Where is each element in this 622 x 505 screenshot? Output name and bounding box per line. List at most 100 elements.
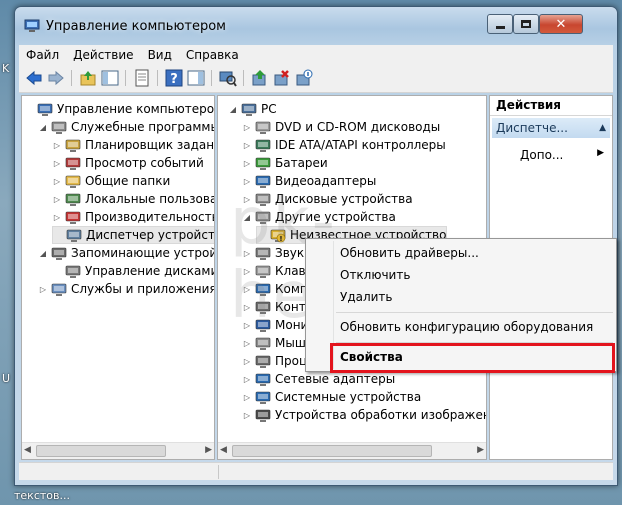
disable-device-icon[interactable] bbox=[295, 69, 313, 87]
services-icon bbox=[51, 282, 67, 297]
properties-toolbar-icon[interactable] bbox=[133, 69, 151, 87]
expand-arrow-icon[interactable]: ▷ bbox=[242, 140, 252, 150]
toolbar-separator bbox=[125, 70, 126, 86]
tree-item-label: Производительность bbox=[85, 210, 215, 224]
collapse-up-icon[interactable]: ▲ bbox=[599, 123, 606, 133]
expand-arrow-icon[interactable]: ▷ bbox=[242, 374, 252, 384]
expand-arrow-icon[interactable]: ▷ bbox=[242, 356, 252, 366]
tree-item-label: Сетевые адаптеры bbox=[275, 372, 396, 386]
tree-item[interactable]: ▷ Мыш bbox=[242, 334, 306, 352]
scroll-right-icon[interactable]: ▶ bbox=[205, 445, 212, 455]
tree-item[interactable]: ▷ Планировщик заданий bbox=[52, 136, 214, 154]
tree-item[interactable]: Управление дисками bbox=[52, 262, 214, 280]
expand-arrow-icon[interactable]: ▷ bbox=[242, 338, 252, 348]
properties-highlight-box bbox=[330, 343, 615, 373]
actions-device-manager-section[interactable]: Диспетче... ▲ bbox=[492, 118, 610, 138]
menu-file[interactable]: Файл bbox=[19, 48, 66, 62]
actions-section-label: Диспетче... bbox=[496, 121, 568, 135]
desktop-letter-k: K bbox=[2, 62, 10, 75]
menu-help[interactable]: Справка bbox=[179, 48, 246, 62]
device-horizontal-scrollbar[interactable]: ◀ ▶ bbox=[218, 442, 486, 459]
menu-bar: Файл Действие Вид Справка bbox=[19, 45, 613, 65]
forward-arrow-icon[interactable] bbox=[47, 69, 65, 87]
close-button[interactable]: ✕ bbox=[539, 14, 583, 34]
shared-folder-icon bbox=[65, 174, 81, 189]
expand-arrow-icon[interactable]: ▷ bbox=[52, 176, 62, 186]
tree-item[interactable]: ◢ Запоминающие устройст bbox=[38, 244, 215, 262]
tree-item-label: Запоминающие устройст bbox=[71, 246, 215, 260]
expand-arrow-icon[interactable]: ▷ bbox=[242, 158, 252, 168]
tree-item-label: Батареи bbox=[275, 156, 328, 170]
expanded-arrow-icon[interactable]: ◢ bbox=[228, 104, 238, 114]
tree-item[interactable]: ▷ Локальные пользовате bbox=[52, 190, 214, 208]
update-driver-icon[interactable] bbox=[251, 69, 269, 87]
expand-arrow-icon[interactable]: ▷ bbox=[52, 158, 62, 168]
maximize-icon bbox=[521, 20, 531, 28]
tree-item[interactable]: Управление компьютером (л bbox=[24, 100, 214, 118]
tree-item[interactable]: ◢ Служебные программы bbox=[38, 118, 215, 136]
mouse-icon bbox=[255, 336, 271, 351]
expand-arrow-icon[interactable]: ▷ bbox=[242, 122, 252, 132]
show-action-pane-icon[interactable] bbox=[187, 69, 205, 87]
tree-item-label: Мыш bbox=[275, 336, 306, 350]
expand-arrow-icon[interactable]: ▷ bbox=[52, 140, 62, 150]
expanded-arrow-icon[interactable]: ◢ bbox=[38, 248, 48, 258]
tree-item[interactable]: ▷ Службы и приложения bbox=[38, 280, 214, 298]
scrollbar-thumb[interactable] bbox=[232, 445, 432, 457]
uninstall-device-icon[interactable] bbox=[273, 69, 291, 87]
scan-hardware-icon[interactable] bbox=[219, 69, 237, 87]
menu-action[interactable]: Действие bbox=[66, 48, 140, 62]
expand-arrow-icon[interactable]: ▷ bbox=[242, 410, 252, 420]
tree-item-label: Служебные программы bbox=[71, 120, 215, 134]
menu-disable[interactable]: Отключить bbox=[340, 265, 410, 285]
actions-header: Действия bbox=[490, 96, 612, 116]
tree-item[interactable]: Диспетчер устройств bbox=[52, 226, 215, 244]
computer-management-icon bbox=[24, 19, 40, 32]
more-actions-item[interactable]: Допо... ▶ bbox=[520, 148, 604, 162]
clock-icon bbox=[65, 138, 81, 153]
horizontal-scrollbar[interactable]: ◀ ▶ bbox=[22, 442, 214, 459]
show-hide-tree-icon[interactable] bbox=[101, 69, 119, 87]
menu-scan-hardware[interactable]: Обновить конфигурацию оборудования bbox=[340, 317, 593, 337]
scroll-left-icon[interactable]: ◀ bbox=[24, 445, 31, 455]
pc-icon bbox=[241, 102, 257, 117]
tree-item-label: Системные устройства bbox=[275, 390, 422, 404]
desktop-icon-label[interactable]: текстов... bbox=[14, 489, 70, 502]
expand-arrow-icon[interactable]: ▷ bbox=[52, 212, 62, 222]
computer-management-icon bbox=[37, 102, 53, 117]
menu-view[interactable]: Вид bbox=[141, 48, 179, 62]
expand-arrow-icon[interactable]: ▷ bbox=[52, 194, 62, 204]
tree-item-label: Общие папки bbox=[85, 174, 171, 188]
svg-text:?: ? bbox=[170, 72, 178, 87]
maximize-button[interactable] bbox=[513, 14, 539, 34]
tree-item[interactable]: ▷ IDE ATA/ATAPI контроллеры bbox=[242, 136, 446, 154]
tree-item[interactable]: ▷ Устройства обработки изображений bbox=[242, 406, 486, 424]
tree-item[interactable]: ▷ Проц bbox=[242, 352, 307, 370]
toolbar-separator bbox=[211, 70, 212, 86]
tree-item[interactable]: ◢ PC bbox=[228, 100, 277, 118]
up-folder-icon[interactable] bbox=[79, 69, 97, 87]
minimize-button[interactable] bbox=[487, 14, 513, 34]
tree-item[interactable]: ▷ Просмотр событий bbox=[52, 154, 204, 172]
menu-update-drivers[interactable]: Обновить драйверы... bbox=[340, 243, 479, 263]
expanded-arrow-icon[interactable]: ◢ bbox=[38, 122, 48, 132]
toolbar-separator bbox=[71, 70, 72, 86]
expand-arrow-icon[interactable]: ▷ bbox=[38, 284, 48, 294]
help-icon[interactable]: ? bbox=[165, 69, 183, 87]
menu-delete[interactable]: Удалить bbox=[340, 287, 393, 307]
tree-item[interactable]: ▷ DVD и CD-ROM дисководы bbox=[242, 118, 440, 136]
title-bar[interactable]: Управление компьютером ✕ bbox=[15, 7, 617, 45]
expand-arrow-icon[interactable]: ▷ bbox=[242, 392, 252, 402]
scrollbar-thumb[interactable] bbox=[36, 445, 166, 457]
status-bar bbox=[19, 462, 613, 480]
tree-item-label: Диспетчер устройств bbox=[86, 228, 215, 242]
tree-item[interactable]: ▷ Производительность bbox=[52, 208, 215, 226]
tree-item[interactable]: ▷ Общие папки bbox=[52, 172, 170, 190]
tree-item[interactable]: ▷ Батареи bbox=[242, 154, 328, 172]
tree-item-label: IDE ATA/ATAPI контроллеры bbox=[275, 138, 446, 152]
tree-item[interactable]: ▷ Системные устройства bbox=[242, 388, 421, 406]
back-arrow-icon[interactable] bbox=[25, 69, 43, 87]
scroll-right-icon[interactable]: ▶ bbox=[477, 445, 484, 455]
scroll-left-icon[interactable]: ◀ bbox=[220, 445, 227, 455]
